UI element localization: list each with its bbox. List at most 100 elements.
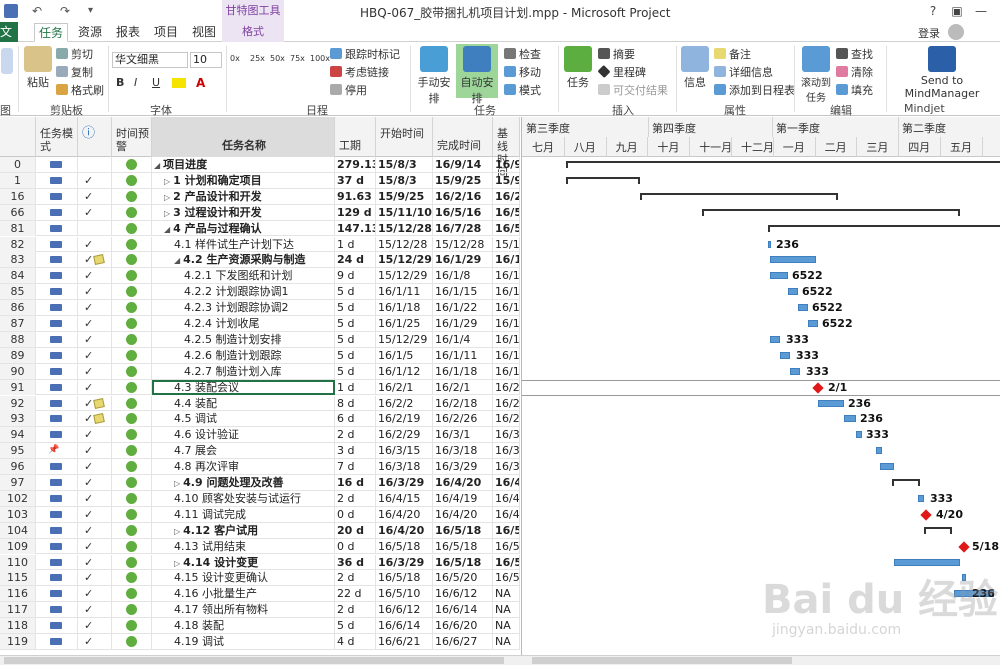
info-cell[interactable]: ✓: [78, 284, 112, 300]
table-row[interactable]: 66 ✓ ▷ 3 过程设计和开发 129 d 15/11/10 16/5/16 16/5: [0, 204, 520, 221]
row-id[interactable]: 1: [0, 172, 36, 188]
task-bar[interactable]: [788, 288, 798, 296]
task-bar[interactable]: [818, 399, 844, 407]
info-cell[interactable]: ✓: [78, 411, 112, 427]
table-row[interactable]: 110 ✓ ▷ 4.14 设计变更 36 d 16/3/29 16/5/18 16/5: [0, 554, 520, 571]
info-cell[interactable]: ✓: [78, 172, 112, 188]
duration-cell[interactable]: 0 d: [335, 538, 376, 554]
baseline-cell[interactable]: 16/2: [493, 411, 520, 427]
task-name-cell[interactable]: ◢ 4 产品与过程确认: [152, 220, 335, 236]
table-row[interactable]: 115 ✓ 4.15 设计变更确认 2 d 16/5/18 16/5/20 16/5: [0, 570, 520, 587]
indicator-cell[interactable]: [112, 554, 152, 570]
start-cell[interactable]: 15/8/3: [376, 172, 433, 188]
indicator-cell[interactable]: [112, 459, 152, 475]
indicator-cell[interactable]: [112, 490, 152, 506]
table-row[interactable]: 81 ◢ 4 产品与过程确认 147.13 15/12/28 16/7/28 16/5: [0, 220, 520, 237]
task-name-cell[interactable]: ▷ 1 计划和确定项目: [152, 172, 335, 188]
start-cell[interactable]: 15/8/3: [376, 157, 433, 172]
baseline-cell[interactable]: 16/3: [493, 427, 520, 443]
finish-cell[interactable]: 16/1/8: [433, 268, 493, 284]
indicator-cell[interactable]: [112, 331, 152, 347]
row-id[interactable]: 115: [0, 570, 36, 586]
info-cell[interactable]: ✓: [78, 188, 112, 204]
task-name-cell[interactable]: 4.2.1 下发图纸和计划: [152, 268, 335, 284]
info-cell[interactable]: [78, 220, 112, 236]
task-bar[interactable]: [844, 415, 856, 423]
start-cell[interactable]: 16/3/29: [376, 554, 433, 570]
indicator-cell[interactable]: [112, 316, 152, 331]
tab-report[interactable]: 报表: [112, 23, 144, 42]
start-cell[interactable]: 16/5/18: [376, 538, 433, 554]
duration-cell[interactable]: 129 d: [335, 204, 376, 220]
baseline-cell[interactable]: 15/1: [493, 236, 520, 252]
move-button[interactable]: 移动: [504, 64, 541, 80]
expand-collapse-icon[interactable]: ▷: [174, 527, 180, 536]
baseline-cell[interactable]: 16/9: [493, 157, 520, 172]
info-cell[interactable]: ✓: [78, 570, 112, 586]
table-row[interactable]: 82 ✓ 4.1 样件试生产计划下达 1 d 15/12/28 15/12/28 15/1: [0, 236, 520, 253]
finish-cell[interactable]: 16/1/22: [433, 300, 493, 316]
view-gantt-button[interactable]: [0, 48, 14, 76]
row-id[interactable]: 109: [0, 538, 36, 554]
row-id[interactable]: 85: [0, 284, 36, 300]
help-button[interactable]: ?: [922, 2, 944, 20]
summary-bar[interactable]: [566, 176, 640, 184]
task-mode-cell[interactable]: [36, 379, 78, 395]
finish-cell[interactable]: 16/4/19: [433, 490, 493, 506]
row-id[interactable]: 88: [0, 331, 36, 347]
baseline-cell[interactable]: 16/5: [493, 204, 520, 220]
table-row[interactable]: 90 ✓ 4.2.7 制造计划入库 5 d 16/1/12 16/1/18 16/1: [0, 363, 520, 380]
row-id[interactable]: 117: [0, 602, 36, 618]
duration-cell[interactable]: 5 d: [335, 331, 376, 347]
table-row[interactable]: 1 ✓ ▷ 1 计划和确定项目 37 d 15/8/3 15/9/25 15/9: [0, 172, 520, 189]
duration-cell[interactable]: 20 d: [335, 522, 376, 538]
info-cell[interactable]: ✓: [78, 602, 112, 618]
task-mode-cell[interactable]: [36, 506, 78, 522]
info-cell[interactable]: ✓: [78, 634, 112, 649]
row-id[interactable]: 91: [0, 379, 36, 395]
task-name-cell[interactable]: 4.13 试用结束: [152, 538, 335, 554]
font-size-select[interactable]: 10: [190, 52, 222, 68]
task-name-cell[interactable]: 4.11 调试完成: [152, 506, 335, 522]
task-mode-cell[interactable]: [36, 538, 78, 554]
duration-cell[interactable]: 1 d: [335, 236, 376, 252]
start-cell[interactable]: 16/3/15: [376, 443, 433, 459]
task-bar[interactable]: [770, 335, 780, 343]
start-cell[interactable]: 15/12/29: [376, 252, 433, 268]
task-name-cell[interactable]: 4.5 调试: [152, 411, 335, 427]
task-mode-cell[interactable]: [36, 411, 78, 427]
task-name-cell[interactable]: 4.10 顾客处安装与试运行: [152, 490, 335, 506]
table-row[interactable]: 86 ✓ 4.2.3 计划跟踪协调2 5 d 16/1/18 16/1/22 16/1: [0, 300, 520, 316]
header-task-name[interactable]: 任务名称: [152, 117, 335, 157]
ribbon-display-icon[interactable]: ▣: [946, 2, 968, 20]
start-cell[interactable]: 16/5/18: [376, 570, 433, 586]
task-name-cell[interactable]: 4.4 装配: [152, 395, 335, 411]
start-cell[interactable]: 16/1/5: [376, 347, 433, 363]
start-cell[interactable]: 16/2/1: [376, 379, 433, 395]
task-bar[interactable]: [880, 463, 894, 471]
start-cell[interactable]: 16/2/29: [376, 427, 433, 443]
expand-collapse-icon[interactable]: ▷: [174, 479, 180, 488]
header-id[interactable]: [0, 117, 36, 157]
baseline-cell[interactable]: 16/4: [493, 490, 520, 506]
indicator-cell[interactable]: [112, 347, 152, 363]
highlight-icon[interactable]: [172, 78, 186, 88]
baseline-cell[interactable]: 16/4: [493, 506, 520, 522]
table-row[interactable]: 97 ✓ ▷ 4.9 问题处理及改善 16 d 16/3/29 16/4/20 16/4: [0, 475, 520, 491]
indicator-cell[interactable]: [112, 411, 152, 427]
info-cell[interactable]: ✓: [78, 331, 112, 347]
header-info[interactable]: ⓘ: [78, 117, 112, 157]
task-mode-cell[interactable]: [36, 284, 78, 300]
expand-collapse-icon[interactable]: ▷: [164, 177, 170, 186]
baseline-cell[interactable]: 16/1: [493, 363, 520, 379]
finish-cell[interactable]: 16/5/16: [433, 204, 493, 220]
indicator-cell[interactable]: [112, 379, 152, 395]
milestone-marker[interactable]: [958, 540, 970, 553]
start-cell[interactable]: 16/4/15: [376, 490, 433, 506]
info-cell[interactable]: ✓: [78, 316, 112, 331]
finish-cell[interactable]: 16/1/18: [433, 363, 493, 379]
indicator-cell[interactable]: [112, 204, 152, 220]
finish-cell[interactable]: 16/6/27: [433, 634, 493, 649]
finish-cell[interactable]: 16/2/26: [433, 411, 493, 427]
finish-cell[interactable]: 16/6/20: [433, 618, 493, 634]
